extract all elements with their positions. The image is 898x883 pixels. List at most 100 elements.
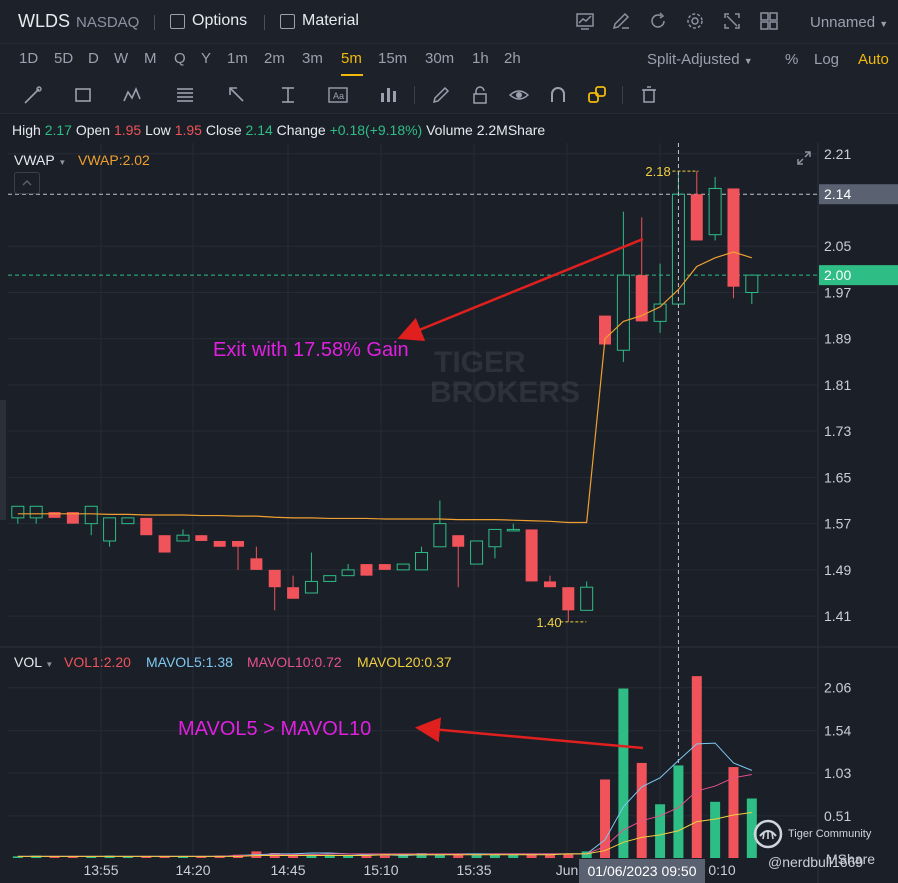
candle-body-up <box>708 187 722 236</box>
volume-indicator-label[interactable]: VOL ▼ <box>14 654 53 670</box>
mavol-crossover-annotation: MAVOL5 > MAVOL10 <box>178 718 372 740</box>
auto-toggle[interactable]: Auto <box>858 51 889 68</box>
eye-icon[interactable] <box>508 84 530 106</box>
candle-body-down <box>195 535 208 541</box>
candle-body-up <box>488 528 502 548</box>
crosshair-time-label: 01/06/2023 09:50 <box>588 863 697 879</box>
timeframe-2m[interactable]: 2m <box>264 50 285 67</box>
candle-body-up <box>745 274 759 293</box>
candle-body-up <box>121 517 135 525</box>
watermark-line2: BROKERS <box>430 376 581 409</box>
author-handle: @nerdbull1669 <box>768 854 864 870</box>
candle-body-down <box>543 581 556 588</box>
log-toggle[interactable]: Log <box>814 51 839 68</box>
price-tick-label: 1.73 <box>824 423 851 439</box>
timeframe-w[interactable]: W <box>114 50 128 67</box>
timeframe-m[interactable]: M <box>144 50 157 67</box>
low-value: 1.95 <box>174 122 202 138</box>
high-value: 2.17 <box>44 122 72 138</box>
candle-body-down <box>232 540 245 547</box>
timeframe-15m[interactable]: 15m <box>378 50 407 67</box>
pencil-icon[interactable] <box>430 84 452 106</box>
indicator-icon[interactable] <box>378 84 400 106</box>
crosshair-price-label: 2.14 <box>824 186 851 202</box>
options-label: Options <box>192 12 248 29</box>
text-tool-icon[interactable]: Aa <box>327 84 349 106</box>
trash-icon[interactable] <box>638 84 660 106</box>
candle-body-down <box>525 529 538 582</box>
percent-toggle[interactable]: % <box>785 51 798 68</box>
pattern-tool-icon[interactable] <box>122 84 144 106</box>
tiger-community-logo: Tiger Community <box>752 818 871 850</box>
mavol5-legend: MAVOL5:1.38 <box>146 654 233 670</box>
grid-icon[interactable] <box>759 11 779 31</box>
price-tick-label: 2.05 <box>824 238 851 254</box>
refresh-icon[interactable] <box>648 11 668 31</box>
candle-body-up <box>616 274 630 351</box>
volume-bar <box>710 801 721 858</box>
link-icon[interactable] <box>586 84 608 106</box>
fullscreen-icon[interactable] <box>722 11 742 31</box>
timeframe-5d[interactable]: 5D <box>54 50 73 67</box>
options-button[interactable]: Options <box>170 12 247 30</box>
lock-icon[interactable] <box>469 84 491 106</box>
volume-tick-label: 1.03 <box>824 765 851 781</box>
time-tick-label: 15:10 <box>363 862 398 878</box>
candle-body-down <box>250 558 263 570</box>
line-tool-icon[interactable] <box>22 84 44 106</box>
price-chart[interactable]: 2.21 2.14 2.05 2.001.97 1.89 1.81 1.73 1.65 1.57… <box>0 143 898 883</box>
timeframe-1m[interactable]: 1m <box>227 50 248 67</box>
price-tick-label: 1.65 <box>824 469 851 485</box>
top-bar: WLDS NASDAQ Options Material Unnamed ▼ <box>0 0 898 44</box>
collapse-button[interactable] <box>14 172 40 194</box>
material-button[interactable]: Material <box>280 12 359 30</box>
open-label: Open <box>75 122 111 138</box>
fib-tool-icon[interactable] <box>174 84 196 106</box>
side-panel-handle[interactable] <box>0 400 6 520</box>
change-label: Change <box>276 122 326 138</box>
ticker-symbol[interactable]: WLDS <box>18 11 70 32</box>
divider <box>414 86 415 104</box>
chart-icon[interactable] <box>575 11 595 31</box>
measure-tool-icon[interactable] <box>277 84 299 106</box>
expand-icon[interactable] <box>796 150 812 166</box>
candle-body-down <box>452 535 465 547</box>
close-label: Close <box>205 122 242 138</box>
arrow-tool-icon[interactable] <box>226 84 248 106</box>
candle-body-down <box>287 587 300 599</box>
timeframe-q[interactable]: Q <box>174 50 186 67</box>
timeframe-3m[interactable]: 3m <box>302 50 323 67</box>
settings-icon[interactable] <box>685 11 705 31</box>
rectangle-tool-icon[interactable] <box>72 84 94 106</box>
watermark-line1: TIGER <box>434 346 526 379</box>
ohlc-summary: High 2.17 Open 1.95 Low 1.95 Close 2.14 … <box>12 122 545 138</box>
candle-body-up <box>341 569 355 577</box>
timeframe-5m[interactable]: 5m <box>341 50 362 67</box>
volume-bar <box>691 676 702 858</box>
price-tick-label: 1.81 <box>824 377 851 393</box>
timeframe-2h[interactable]: 2h <box>504 50 521 67</box>
volume-tick-label: 1.54 <box>824 723 851 739</box>
candle-body-up <box>84 505 98 525</box>
volume-value: 2.2MShare <box>476 122 546 138</box>
vwap-indicator-label[interactable]: VWAP ▼ <box>14 152 66 168</box>
change-value: +0.18(+9.18%) <box>329 122 423 138</box>
magnet-icon[interactable] <box>547 84 569 106</box>
material-label: Material <box>302 12 359 29</box>
caret-down-icon: ▼ <box>45 660 54 669</box>
volume-name: VOL <box>14 654 42 670</box>
candle-body-up <box>304 580 318 594</box>
adjust-dropdown[interactable]: Split-Adjusted ▼ <box>647 51 753 68</box>
price-tick-label: 1.89 <box>824 331 851 347</box>
time-tick-label: 15:35 <box>456 862 491 878</box>
timeframe-d[interactable]: D <box>88 50 99 67</box>
candle-body-up <box>415 552 429 571</box>
volume-label: Volume <box>426 122 473 138</box>
layout-name-dropdown[interactable]: Unnamed ▼ <box>810 14 888 31</box>
timeframe-1h[interactable]: 1h <box>472 50 489 67</box>
timeframe-1d[interactable]: 1D <box>19 50 38 67</box>
timeframe-30m[interactable]: 30m <box>425 50 454 67</box>
candle-body-down <box>268 569 281 588</box>
timeframe-y[interactable]: Y <box>201 50 211 67</box>
draw-icon[interactable] <box>611 11 631 31</box>
